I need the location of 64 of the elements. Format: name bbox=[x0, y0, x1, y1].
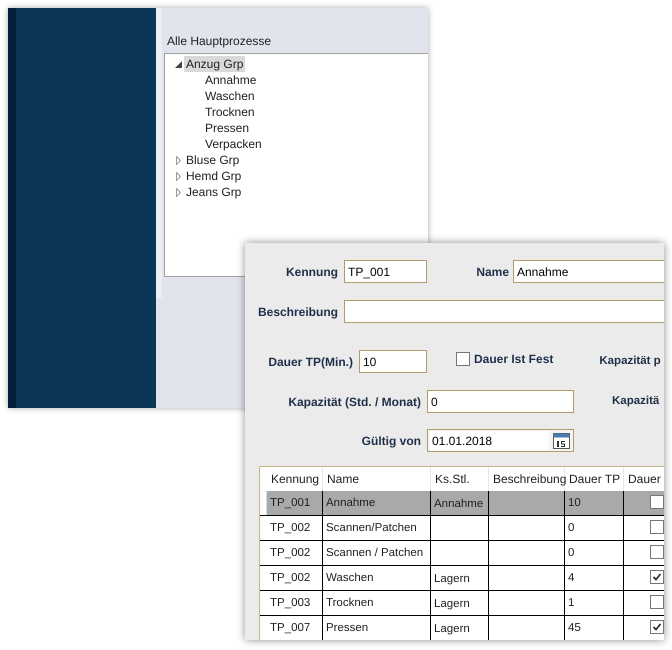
collapsed-triangle-icon[interactable] bbox=[176, 156, 180, 164]
tree-item[interactable]: Anzug Grp bbox=[184, 56, 246, 72]
table-cell: 4 bbox=[565, 566, 624, 590]
table-cell: Trocknen bbox=[323, 591, 431, 615]
date-field[interactable]: 01.01.2018 bbox=[427, 429, 574, 452]
table-cell: Annahme bbox=[323, 491, 431, 515]
collapsed-triangle-icon[interactable] bbox=[176, 172, 180, 180]
tree-title: Alle Hauptprozesse bbox=[167, 33, 272, 50]
calendar-icon[interactable] bbox=[553, 432, 570, 448]
checkbox[interactable] bbox=[650, 495, 664, 509]
table-cell: Scannen/Patchen bbox=[323, 516, 431, 540]
table-cell: TP_002 bbox=[267, 566, 323, 590]
text-field[interactable]: TP_001 bbox=[344, 260, 427, 283]
table-cell: Waschen bbox=[323, 566, 431, 590]
checkbox[interactable] bbox=[650, 595, 664, 609]
table-cell: Annahme bbox=[431, 491, 489, 515]
tree-item[interactable]: Waschen bbox=[203, 88, 257, 104]
checkbox[interactable] bbox=[650, 570, 664, 584]
tree-item[interactable]: Jeans Grp bbox=[184, 184, 244, 200]
table-cell: TP_007 bbox=[267, 616, 323, 640]
table-row[interactable]: TP_003 Trocknen Lagern 1 bbox=[260, 591, 664, 616]
field-label: Kapazität p bbox=[599, 354, 661, 369]
tree-item[interactable]: Pressen bbox=[203, 120, 252, 136]
table-row[interactable]: TP_002 Scannen/Patchen 0 bbox=[260, 516, 664, 541]
table-cell: 45 bbox=[565, 616, 624, 640]
table-cell: Scannen / Patchen bbox=[323, 541, 431, 565]
text-field[interactable] bbox=[344, 300, 664, 323]
collapsed-triangle-icon[interactable] bbox=[176, 188, 180, 196]
table-row[interactable]: TP_002 Waschen Lagern 4 bbox=[260, 566, 664, 591]
table-cell: TP_002 bbox=[267, 541, 323, 565]
tree-item[interactable]: Hemd Grp bbox=[184, 168, 244, 184]
tree-item[interactable]: Annahme bbox=[203, 72, 258, 88]
field-label: Dauer TP(Min.) bbox=[268, 354, 353, 370]
table-cell: TP_003 bbox=[267, 591, 323, 615]
tree-item[interactable]: Trocknen bbox=[203, 104, 257, 120]
table-cell: 10 bbox=[565, 491, 624, 515]
table-cell: Lagern bbox=[431, 616, 489, 640]
field-label: Beschreibung bbox=[258, 304, 338, 320]
checkbox[interactable] bbox=[650, 520, 664, 534]
table-row[interactable]: TP_001 Annahme Annahme 10 bbox=[260, 491, 664, 516]
tree-item[interactable]: Verpacken bbox=[203, 136, 264, 152]
checkbox[interactable] bbox=[650, 545, 664, 559]
checkbox-label: Dauer Ist Fest bbox=[474, 350, 554, 368]
field-label: Name bbox=[476, 264, 509, 280]
checkbox[interactable] bbox=[456, 352, 470, 366]
table-cell: Pressen bbox=[323, 616, 431, 640]
checkbox[interactable] bbox=[650, 620, 664, 634]
expanded-triangle-icon[interactable] bbox=[174, 60, 182, 68]
table-cell: Lagern bbox=[431, 566, 489, 590]
table-cell: TP_002 bbox=[267, 516, 323, 540]
table-cell: 1 bbox=[565, 591, 624, 615]
tree-item[interactable]: Bluse Grp bbox=[184, 152, 242, 168]
table-row[interactable]: TP_002 Scannen / Patchen 0 bbox=[260, 541, 664, 566]
table-cell: Lagern bbox=[431, 591, 489, 615]
text-field[interactable]: 10 bbox=[359, 350, 427, 373]
table-cell: 0 bbox=[565, 541, 624, 565]
table-cell: 0 bbox=[565, 516, 624, 540]
field-label: Kapazität (Std. / Monat) bbox=[288, 394, 421, 410]
field-label: Kapazitä bbox=[612, 394, 660, 409]
field-label: Kennung bbox=[286, 264, 338, 280]
text-field[interactable]: 0 bbox=[427, 390, 574, 413]
table-cell: TP_001 bbox=[267, 491, 323, 515]
field-label: Gültig von bbox=[362, 432, 421, 450]
text-field[interactable]: Annahme bbox=[513, 260, 664, 283]
